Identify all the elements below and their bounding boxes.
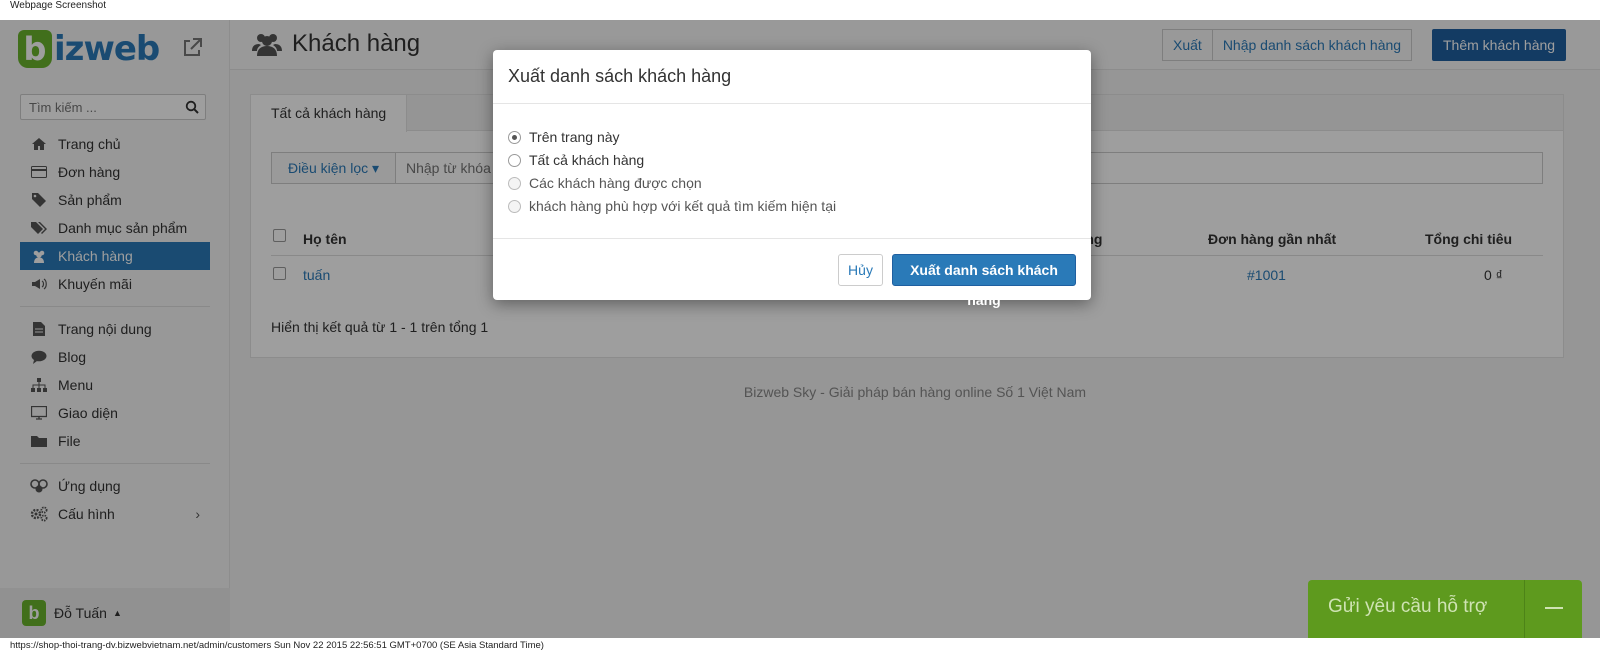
minus-icon: [1545, 607, 1563, 609]
dialog-header-divider: [493, 103, 1091, 104]
cancel-button[interactable]: Hủy: [838, 254, 883, 286]
browser-viewport: b izweb Trang chủĐơn hàngSản phẩmDanh mụ…: [0, 20, 1600, 638]
export-option-label: Tất cả khách hàng: [529, 152, 645, 168]
support-label: Gửi yêu cầu hỗ trợ: [1328, 596, 1488, 617]
export-option: Các khách hàng được chọn: [508, 175, 702, 191]
export-dialog: Xuất danh sách khách hàng Trên trang này…: [493, 50, 1091, 308]
dialog-title: Xuất danh sách khách hàng: [508, 66, 732, 86]
export-option-label: khách hàng phù hợp với kết quả tìm kiếm …: [529, 198, 837, 214]
export-option-label: Các khách hàng được chọn: [529, 175, 702, 191]
dialog-footer-divider: [493, 238, 1091, 239]
page-url-footer: https://shop-thoi-trang-dv.bizwebvietnam…: [10, 640, 544, 651]
export-option-radio: [508, 176, 521, 190]
export-option-radio: [508, 199, 521, 213]
support-widget[interactable]: Gửi yêu cầu hỗ trợ: [1308, 580, 1582, 638]
export-customers-button[interactable]: Xuất danh sách khách hàng: [892, 254, 1076, 308]
screenshot-caption: Webpage Screenshot: [10, 0, 106, 11]
export-option-radio[interactable]: [508, 130, 521, 144]
export-option[interactable]: Tất cả khách hàng: [508, 152, 644, 168]
export-option[interactable]: Trên trang này: [508, 129, 620, 145]
export-option-radio[interactable]: [508, 153, 521, 167]
minimize-support-button[interactable]: [1524, 580, 1582, 638]
export-option-label: Trên trang này: [529, 129, 620, 145]
export-option: khách hàng phù hợp với kết quả tìm kiếm …: [508, 198, 836, 214]
